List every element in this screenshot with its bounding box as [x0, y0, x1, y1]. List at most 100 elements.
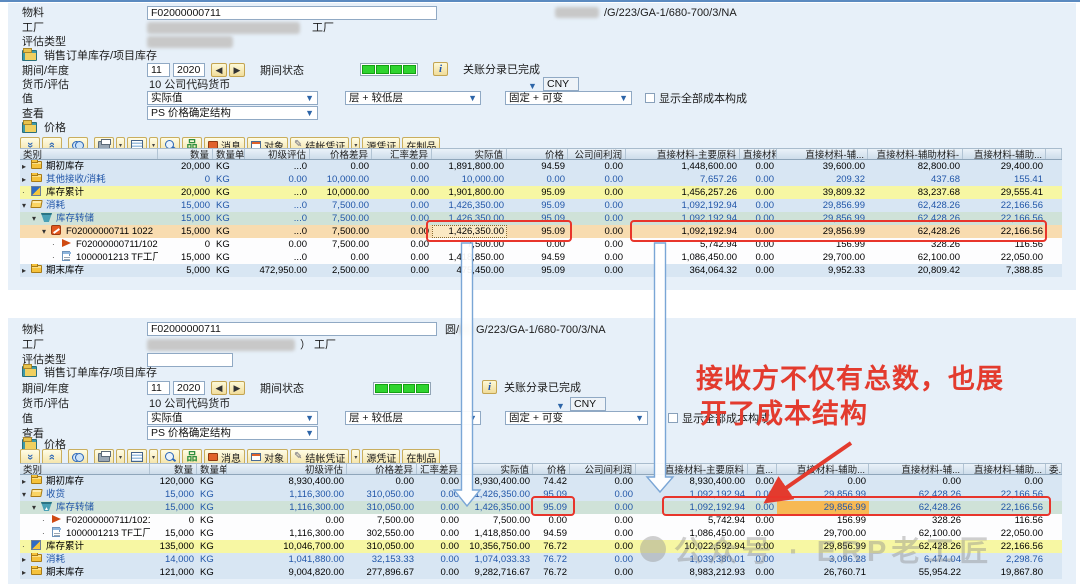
table-row[interactable]: ▸期初库存20,000KG...00.000.001,891,800.0094.…: [20, 160, 1062, 173]
expand-toggle-icon[interactable]: ▸: [22, 173, 31, 186]
expand-toggle-icon[interactable]: ·: [22, 186, 31, 199]
info-icon[interactable]: i: [482, 380, 497, 394]
column-header[interactable]: 直接材料-辅助...: [777, 464, 869, 474]
tree-cell[interactable]: ·库存累计: [20, 186, 158, 199]
column-header[interactable]: 直接材料-主要原料: [636, 464, 748, 474]
column-header[interactable]: 价格差异: [347, 464, 417, 474]
table-row[interactable]: ·库存累计20,000KG...010,000.000.001,901,800.…: [20, 186, 1062, 199]
tree-cell[interactable]: ▾收货: [20, 488, 150, 501]
column-header[interactable]: 委...: [1046, 464, 1062, 474]
material-input[interactable]: F02000000711: [147, 322, 437, 336]
level-select[interactable]: 层 + 较低层▼: [345, 411, 481, 425]
table-row[interactable]: ▾库存转储15,000KG...07,500.000.001,426,350.0…: [20, 212, 1062, 225]
table-row[interactable]: ▸其他接收/消耗0KG0.0010,000.000.0010,000.000.0…: [20, 173, 1062, 186]
column-header[interactable]: 直接材料-辅助材料-: [868, 149, 963, 159]
column-header[interactable]: 价格: [507, 149, 568, 159]
folder-icon[interactable]: [22, 122, 37, 133]
period-year-input[interactable]: 2020: [173, 381, 205, 395]
column-header[interactable]: 数量单位: [213, 149, 245, 159]
column-header[interactable]: 类别: [20, 149, 158, 159]
column-header[interactable]: 直接材料-辅助...: [963, 149, 1046, 159]
column-header[interactable]: 数量单位: [197, 464, 227, 474]
table-row[interactable]: ▾F02000000711 102215,000KG...07,500.000.…: [20, 225, 1062, 238]
period-month-input[interactable]: 11: [147, 381, 170, 395]
expand-toggle-icon[interactable]: ·: [52, 238, 61, 251]
table-row[interactable]: ·库存累计135,000KG10,046,700.00310,050.000.0…: [20, 540, 1062, 553]
info-icon[interactable]: i: [433, 62, 448, 76]
column-header[interactable]: 数量: [150, 464, 197, 474]
period-year-input[interactable]: 2020: [173, 63, 205, 77]
column-header[interactable]: 实际值: [462, 464, 533, 474]
column-header[interactable]: 直接材料-...: [740, 149, 777, 159]
expand-toggle-icon[interactable]: ▸: [22, 475, 31, 488]
tree-cell[interactable]: ▾F02000000711 1022: [20, 225, 158, 238]
table-row[interactable]: ▸消耗14,000KG1,041,880.0032,153.330.001,07…: [20, 553, 1062, 566]
column-header[interactable]: 数量: [158, 149, 213, 159]
column-header[interactable]: 汇率差异: [417, 464, 462, 474]
column-header[interactable]: 直接材料-辅助...: [964, 464, 1046, 474]
column-header[interactable]: 直接材料-辅...: [869, 464, 964, 474]
expand-toggle-icon[interactable]: ▸: [22, 264, 31, 277]
table-row[interactable]: ▾消耗15,000KG...07,500.000.001,426,350.009…: [20, 199, 1062, 212]
tree-cell[interactable]: ▾库存转储: [20, 212, 158, 225]
column-header[interactable]: 初级评估: [245, 149, 310, 159]
value-select[interactable]: 实际值▼: [147, 91, 318, 105]
previous-period-button[interactable]: ◀: [211, 381, 227, 395]
table-row[interactable]: ·1000001213 TF工厂间的15,000KG...00.000.001,…: [20, 251, 1062, 264]
tree-cell[interactable]: ▾消耗: [20, 199, 158, 212]
column-header[interactable]: 直...: [748, 464, 777, 474]
expand-toggle-icon[interactable]: ▸: [22, 160, 31, 173]
next-period-button[interactable]: ▶: [229, 63, 245, 77]
tree-cell[interactable]: ▸期初库存: [20, 160, 158, 173]
column-header[interactable]: 价格: [533, 464, 570, 474]
expand-toggle-icon[interactable]: ▸: [22, 566, 31, 579]
expand-toggle-icon[interactable]: ·: [42, 527, 51, 540]
view-select[interactable]: PS 价格确定结构▼: [147, 426, 318, 440]
expand-toggle-icon[interactable]: ▾: [32, 501, 41, 514]
table-row[interactable]: ·1000001213 TF工厂间的15,000KG1,116,300.0030…: [20, 527, 1062, 540]
fixed-variable-select[interactable]: 固定 + 可变▼: [505, 91, 632, 105]
show-all-cost-components-checkbox[interactable]: [645, 93, 655, 103]
expand-toggle-icon[interactable]: ·: [52, 251, 61, 264]
tree-cell[interactable]: ▸期末库存: [20, 264, 158, 277]
column-header[interactable]: 实际值: [432, 149, 507, 159]
table-row[interactable]: ▸期末库存121,000KG9,004,820.00277,896.670.00…: [20, 566, 1062, 579]
previous-period-button[interactable]: ◀: [211, 63, 227, 77]
show-all-cost-components-checkbox[interactable]: [668, 413, 678, 423]
expand-toggle-icon[interactable]: ·: [42, 514, 51, 527]
column-header[interactable]: [1046, 149, 1062, 159]
expand-toggle-icon[interactable]: ▸: [22, 553, 31, 566]
tree-cell[interactable]: ▸期初库存: [20, 475, 150, 488]
table-row[interactable]: ▸期初库存120,000KG8,930,400.000.000.008,930,…: [20, 475, 1062, 488]
column-header[interactable]: 公司间利润: [570, 464, 636, 474]
column-header[interactable]: 汇率差异: [372, 149, 432, 159]
table-row[interactable]: ▾库存转储15,000KG1,116,300.00310,050.000.001…: [20, 501, 1062, 514]
column-header[interactable]: 公司间利润: [568, 149, 626, 159]
column-header[interactable]: 直接材料-主要原料: [626, 149, 740, 159]
tree-cell[interactable]: ▸其他接收/消耗: [20, 173, 158, 186]
column-header[interactable]: 价格差异: [310, 149, 372, 159]
tree-cell[interactable]: ▾库存转储: [20, 501, 150, 514]
value-select[interactable]: 实际值▼: [147, 411, 318, 425]
column-header[interactable]: 类别: [20, 464, 150, 474]
table-row[interactable]: ▾收货15,000KG1,116,300.00310,050.000.001,4…: [20, 488, 1062, 501]
view-select[interactable]: PS 价格确定结构▼: [147, 106, 318, 120]
expand-toggle-icon[interactable]: ▾: [32, 212, 41, 225]
table-row[interactable]: ▸期末库存5,000KG472,950.002,500.000.00475,45…: [20, 264, 1062, 277]
table-row[interactable]: ·F02000000711/10220KG0.007,500.000.007,5…: [20, 238, 1062, 251]
tree-cell[interactable]: ·库存累计: [20, 540, 150, 553]
folder-icon[interactable]: [22, 50, 37, 61]
period-month-input[interactable]: 11: [147, 63, 170, 77]
level-select[interactable]: 层 + 较低层▼: [345, 91, 481, 105]
tree-cell[interactable]: ▸期末库存: [20, 566, 150, 579]
tree-cell[interactable]: ·1000001213 TF工厂间的: [20, 527, 150, 540]
tree-cell[interactable]: ·1000001213 TF工厂间的: [20, 251, 158, 264]
tree-cell[interactable]: ·F02000000711/1022: [20, 238, 158, 251]
next-period-button[interactable]: ▶: [229, 381, 245, 395]
table-row[interactable]: ·F02000000711/10210KG0.007,500.000.007,5…: [20, 514, 1062, 527]
expand-toggle-icon[interactable]: ·: [22, 540, 31, 553]
column-header[interactable]: 初级评估: [227, 464, 347, 474]
tree-cell[interactable]: ▸消耗: [20, 553, 150, 566]
folder-icon[interactable]: [22, 366, 37, 377]
valuation-type-input[interactable]: [147, 353, 233, 367]
